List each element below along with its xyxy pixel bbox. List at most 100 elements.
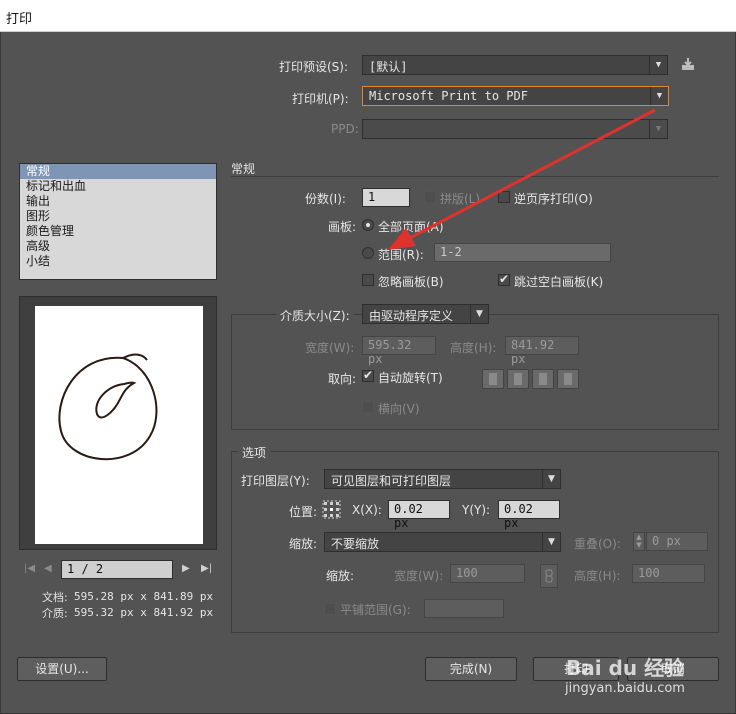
landscape-flipped-icon[interactable] xyxy=(557,369,579,389)
page-indicator[interactable]: 1 / 2 xyxy=(61,560,173,579)
y-label: Y(Y): xyxy=(462,503,491,517)
next-page-icon[interactable]: ▶ xyxy=(182,563,190,574)
media-group xyxy=(231,314,719,430)
placement-label: 位置: xyxy=(289,505,318,519)
scale-width-input[interactable]: 100 xyxy=(450,564,525,583)
doc-size-value: 595.28 px x 841.89 px xyxy=(74,590,214,603)
ppd-label: PPD: xyxy=(331,122,359,136)
overlap-input[interactable]: 0 px xyxy=(646,532,708,551)
overlap-label: 重叠(O): xyxy=(574,537,621,551)
ignore-artboards-label: 忽略画板(B) xyxy=(378,275,444,289)
transverse-label: 横向(V) xyxy=(378,402,420,416)
ignore-artboards-checkbox[interactable] xyxy=(362,274,374,286)
watermark-brand: Bai du 经验 xyxy=(566,656,685,680)
x-input[interactable]: 0.02 px xyxy=(388,500,450,530)
scaling-select[interactable]: 不要缩放 ▼ xyxy=(324,532,561,552)
portrait-icon[interactable] xyxy=(482,369,504,389)
sidebar-item-general[interactable]: 常规 xyxy=(20,164,216,179)
window-title: 打印 xyxy=(6,12,33,27)
overlap-stepper-icon[interactable]: ▲ ▼ xyxy=(633,532,645,551)
sidebar-item-marks-bleed[interactable]: 标记和出血 xyxy=(20,179,216,194)
preview-artwork xyxy=(58,353,158,461)
save-preset-icon[interactable] xyxy=(680,56,696,72)
media-size-value: 595.32 px x 841.92 px xyxy=(74,606,214,619)
scale-height-label: 高度(H): xyxy=(574,569,621,583)
reverse-order-checkbox[interactable] xyxy=(498,191,510,203)
skip-blank-label: 跳过空白画板(K) xyxy=(514,275,604,289)
preview-page xyxy=(35,306,203,544)
last-page-icon[interactable]: ▶| xyxy=(201,563,212,574)
chevron-down-icon: ▼ xyxy=(649,120,667,138)
printer-value: Microsoft Print to PDF xyxy=(369,89,528,103)
chevron-down-icon: ▼ xyxy=(649,56,667,74)
range-input[interactable]: 1-2 xyxy=(434,243,611,262)
general-section-header: 常规 xyxy=(231,160,719,177)
printer-select[interactable]: Microsoft Print to PDF ▼ xyxy=(362,86,669,106)
media-size-label: 介质: xyxy=(42,607,68,620)
landscape-icon[interactable] xyxy=(507,369,529,389)
preset-label: 打印预设(S): xyxy=(279,60,349,74)
all-pages-label: 全部页面(A) xyxy=(378,220,444,234)
chevron-down-icon: ▼ xyxy=(650,87,668,105)
prev-page-icon[interactable]: ◀ xyxy=(44,563,52,574)
sidebar-item-color-management[interactable]: 颜色管理 xyxy=(20,224,216,239)
options-section-title: 选项 xyxy=(238,444,271,461)
placement-grid-icon[interactable] xyxy=(322,500,341,519)
auto-rotate-label: 自动旋转(T) xyxy=(378,371,443,385)
category-list: 常规 标记和出血 输出 图形 颜色管理 高级 小结 xyxy=(19,163,217,280)
printer-label: 打印机(P): xyxy=(292,92,349,106)
chevron-down-icon: ▼ xyxy=(542,533,560,551)
skip-blank-checkbox[interactable] xyxy=(498,272,510,286)
auto-rotate-checkbox[interactable] xyxy=(362,368,374,382)
sidebar-item-graphics[interactable]: 图形 xyxy=(20,209,216,224)
tile-range-input[interactable] xyxy=(424,599,504,618)
scaling-label: 缩放: xyxy=(289,537,318,551)
media-width-label: 宽度(W): xyxy=(305,341,355,355)
media-width-input[interactable]: 595.32 px xyxy=(362,336,436,366)
transverse-checkbox[interactable] xyxy=(362,401,374,413)
media-size-select[interactable]: 由驱动程序定义 ▼ xyxy=(362,304,489,324)
tile-range-checkbox[interactable] xyxy=(324,603,336,615)
print-layers-select[interactable]: 可见图层和可打印图层 ▼ xyxy=(324,469,561,489)
scale-height-input[interactable]: 100 xyxy=(632,564,705,583)
setup-button[interactable]: 设置(U)... xyxy=(17,657,107,681)
constrain-link-icon[interactable] xyxy=(540,564,558,588)
doc-size-label: 文档: xyxy=(42,591,68,604)
first-page-icon[interactable]: |◀ xyxy=(24,563,35,574)
y-input[interactable]: 0.02 px xyxy=(498,500,560,530)
chevron-down-icon: ▼ xyxy=(542,470,560,488)
media-size-select-value: 由驱动程序定义 xyxy=(369,309,454,323)
tile-range-label: 平铺范围(G): xyxy=(340,603,411,617)
ppd-select[interactable]: ▼ xyxy=(362,119,668,139)
preset-value: [默认] xyxy=(369,60,408,74)
print-preview[interactable] xyxy=(19,296,217,550)
media-height-input[interactable]: 841.92 px xyxy=(505,336,579,366)
general-section-title: 常规 xyxy=(231,162,256,176)
copies-input[interactable]: 1 xyxy=(362,188,410,207)
range-radio[interactable] xyxy=(362,247,374,259)
artboard-label: 画板: xyxy=(328,220,357,234)
copies-label: 份数(I): xyxy=(305,192,346,206)
done-button[interactable]: 完成(N) xyxy=(425,657,517,681)
media-size-field-label: 介质大小(Z): xyxy=(276,307,354,324)
all-pages-radio[interactable] xyxy=(362,219,374,231)
print-layers-value: 可见图层和可打印图层 xyxy=(331,474,452,488)
x-label: X(X): xyxy=(352,503,382,517)
scale-width-label: 宽度(W): xyxy=(394,569,444,583)
orientation-label: 取向: xyxy=(328,372,357,386)
sidebar-item-advanced[interactable]: 高级 xyxy=(20,239,216,254)
chevron-down-icon: ▼ xyxy=(470,305,488,323)
print-layers-label: 打印图层(Y): xyxy=(241,474,310,488)
watermark-text: jingyan.baidu.com xyxy=(565,681,685,696)
portrait-flipped-icon[interactable] xyxy=(532,369,554,389)
scaling-value: 不要缩放 xyxy=(331,537,380,551)
sidebar-item-summary[interactable]: 小结 xyxy=(20,254,216,269)
collate-label: 拼版(L) xyxy=(440,192,481,206)
collate-checkbox[interactable] xyxy=(424,191,436,203)
reverse-order-label: 逆页序打印(O) xyxy=(514,192,593,206)
sidebar-item-output[interactable]: 输出 xyxy=(20,194,216,209)
preset-select[interactable]: [默认] ▼ xyxy=(362,55,668,75)
title-bar: 打印 xyxy=(0,0,736,32)
custom-scale-label: 缩放: xyxy=(326,569,355,583)
media-height-label: 高度(H): xyxy=(450,341,497,355)
